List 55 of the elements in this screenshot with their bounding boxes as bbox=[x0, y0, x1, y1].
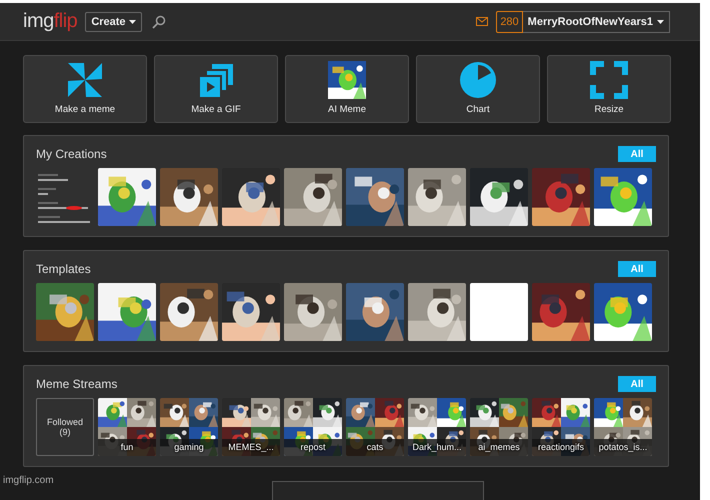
create-button[interactable]: Create bbox=[85, 12, 142, 32]
section-title: My Creations bbox=[36, 147, 107, 161]
stream-label: ai_memes bbox=[470, 439, 528, 456]
stream-label: MEMES_... bbox=[222, 439, 280, 456]
meme-thumbnail[interactable] bbox=[160, 283, 218, 341]
stream-tile[interactable]: fun bbox=[98, 398, 156, 456]
action-tile[interactable]: Resize bbox=[547, 55, 671, 123]
meme-thumbnail[interactable] bbox=[98, 168, 156, 226]
gif-icon bbox=[198, 63, 234, 99]
followed-label: Followed bbox=[46, 417, 84, 427]
meme-thumbnail[interactable] bbox=[408, 168, 466, 226]
action-tile[interactable]: Make a meme bbox=[23, 55, 147, 123]
meme-thumbnail[interactable] bbox=[98, 283, 156, 341]
stream-tile[interactable]: cats bbox=[346, 398, 404, 456]
section-title: Templates bbox=[36, 262, 91, 276]
section-title: Meme Streams bbox=[36, 377, 118, 391]
meme-thumbnail[interactable] bbox=[346, 168, 404, 226]
meme-thumbnail[interactable] bbox=[222, 168, 280, 226]
action-tile[interactable]: Make a GIF bbox=[154, 55, 278, 123]
pinwheel-icon bbox=[66, 61, 104, 99]
stream-tile[interactable]: gaming bbox=[160, 398, 218, 456]
meme-thumbnail[interactable] bbox=[594, 283, 652, 341]
notification-count[interactable]: 280 bbox=[496, 10, 523, 32]
meme-thumbnail[interactable] bbox=[160, 168, 218, 226]
meme-thumbnail[interactable] bbox=[408, 283, 466, 341]
search-icon[interactable] bbox=[152, 14, 166, 28]
stream-tile[interactable]: MEMES_... bbox=[222, 398, 280, 456]
meme-thumbnail[interactable] bbox=[594, 168, 652, 226]
meme-thumbnail[interactable] bbox=[470, 168, 528, 226]
stream-label: cats bbox=[346, 439, 404, 456]
meme-thumbnail[interactable] bbox=[532, 168, 590, 226]
meme-thumbnail[interactable] bbox=[222, 283, 280, 341]
user-menu-button[interactable]: MerryRootOfNewYears1 bbox=[522, 10, 670, 32]
pie-chart-icon bbox=[459, 61, 497, 99]
action-tile[interactable]: Chart bbox=[416, 55, 540, 123]
stream-tile[interactable]: ai_memes bbox=[470, 398, 528, 456]
meme-thumbnail[interactable] bbox=[284, 283, 342, 341]
meme-thumbnail[interactable] bbox=[470, 283, 528, 341]
stream-label: fun bbox=[98, 439, 156, 456]
stream-label: repost bbox=[284, 439, 342, 456]
resize-icon bbox=[590, 61, 628, 99]
caret-icon bbox=[657, 20, 664, 24]
action-tile[interactable]: AI Meme bbox=[285, 55, 409, 123]
followed-count: (9) bbox=[60, 427, 70, 437]
meme-thumbnail[interactable] bbox=[346, 283, 404, 341]
stream-tile[interactable]: repost bbox=[284, 398, 342, 456]
logo[interactable]: imgflip bbox=[23, 10, 78, 33]
followed-tile[interactable]: Followed (9) bbox=[36, 398, 94, 456]
meme-thumbnail[interactable] bbox=[284, 168, 342, 226]
meme-thumbnail[interactable] bbox=[36, 283, 94, 341]
stream-label: gaming bbox=[160, 439, 218, 456]
caret-icon bbox=[128, 20, 136, 24]
meme-thumbnail[interactable] bbox=[532, 283, 590, 341]
mail-icon[interactable] bbox=[476, 17, 488, 26]
site-domain: imgflip.com bbox=[3, 475, 54, 486]
